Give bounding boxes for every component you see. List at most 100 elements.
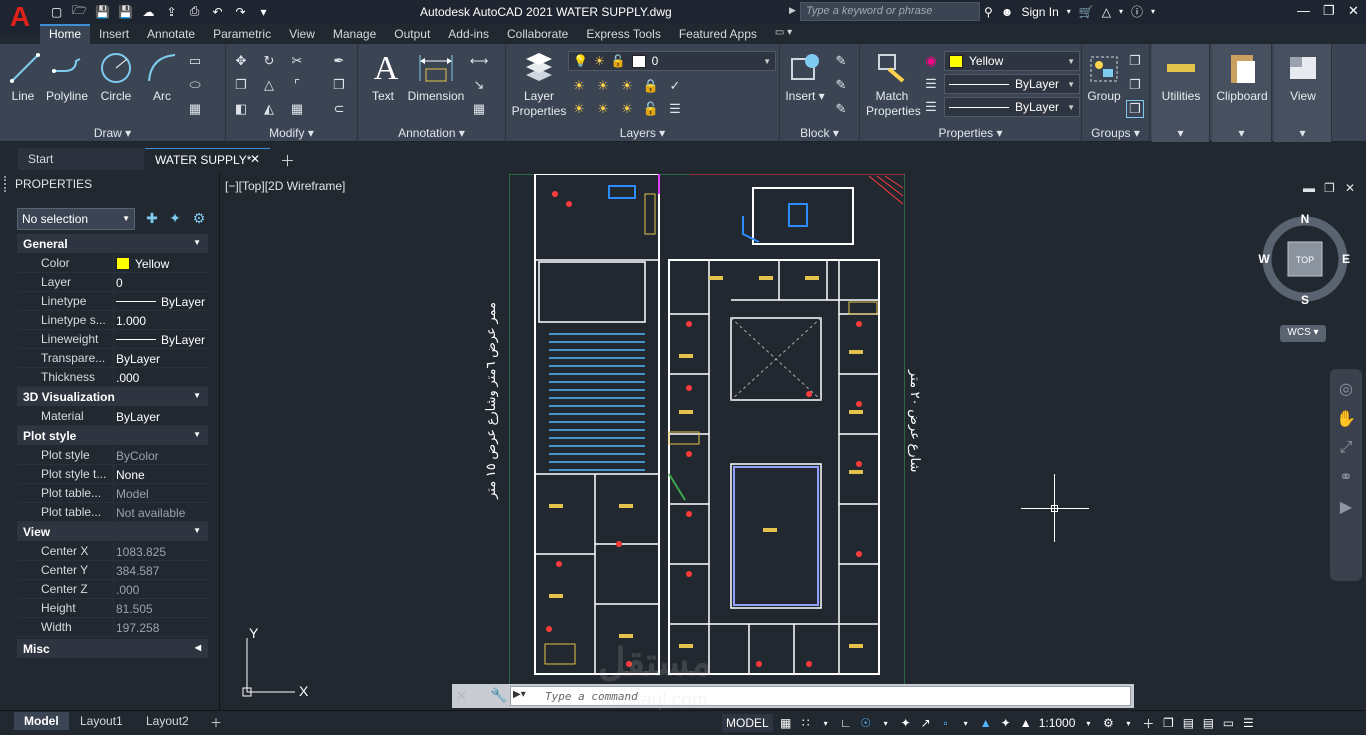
layer-unlock-icon[interactable]: 🔓 [642, 100, 660, 118]
zoom-extents-icon[interactable]: ⤢ [1330, 439, 1362, 457]
plus-icon[interactable]: ＋ [1141, 714, 1155, 732]
tab-home[interactable]: Home [40, 24, 91, 44]
prop-row-plot-table-attached[interactable]: Plot table... Model [17, 484, 208, 503]
hardware-acceleration-icon[interactable]: ▤ [1181, 714, 1195, 732]
autocad-logo-icon[interactable]: A [0, 0, 40, 34]
tab-manage[interactable]: Manage [324, 24, 385, 44]
a360-icon[interactable]: △ [1102, 5, 1111, 19]
polar-dropdown-icon[interactable]: ▾ [879, 714, 893, 732]
layer-lock-icon[interactable]: 🔒 [642, 77, 660, 95]
customize-status-icon[interactable]: ☰ [1241, 714, 1255, 732]
fillet-icon[interactable]: ⌜ [288, 76, 306, 94]
match-layer-icon[interactable]: ☰ [666, 100, 684, 118]
tab-start[interactable]: Start [18, 148, 144, 170]
ribbon-toggle-icon[interactable]: ▭ ▾ [766, 24, 801, 44]
layer-unisolate-icon[interactable]: ☀ [594, 100, 612, 118]
sign-in-dropdown-icon[interactable]: ▾ [1067, 7, 1071, 16]
close-button[interactable]: ✕ [1348, 3, 1359, 19]
prop-row-linetype[interactable]: Linetype ByLayer [17, 292, 208, 311]
array-icon[interactable]: ▦ [288, 100, 306, 118]
dimension-button[interactable]: Dimension [406, 48, 466, 104]
customize-icon[interactable]: 🔧 [490, 687, 507, 704]
tab-insert[interactable]: Insert [90, 24, 138, 44]
viewcube-top-face[interactable]: TOP [1296, 255, 1314, 265]
model-space-toggle[interactable]: MODEL [722, 714, 773, 732]
open-web-icon[interactable]: ☁ [140, 3, 157, 20]
tab-view[interactable]: View [280, 24, 324, 44]
view-button[interactable]: View [1278, 48, 1328, 104]
draw-panel-title[interactable]: Draw ▾ [0, 126, 225, 140]
steering-wheel-icon[interactable]: ◎ [1330, 379, 1362, 399]
linetype-dropdown[interactable]: ByLayer ▼ [944, 74, 1080, 94]
layer-freeze-icon[interactable]: ☀ [618, 77, 636, 95]
auto-scale-icon[interactable]: ✦ [999, 714, 1013, 732]
annotation-scale-icon[interactable]: ▲ [1019, 714, 1033, 732]
color-dropdown[interactable]: Yellow ▼ [944, 51, 1080, 71]
section-3d-visualization[interactable]: 3D Visualization ▼ [17, 387, 208, 407]
scale-dropdown-icon[interactable]: ▾ [1081, 714, 1095, 732]
viewcube[interactable]: N S E W TOP [1258, 212, 1352, 306]
viewport-controls[interactable]: [−][Top][2D Wireframe] [225, 179, 345, 193]
polar-tracking-icon[interactable]: ☉ [859, 714, 873, 732]
clean-screen-icon[interactable]: ▭ [1221, 714, 1235, 732]
toggle-pickadd-icon[interactable]: ✚ [143, 210, 161, 228]
section-plot-style[interactable]: Plot style ▼ [17, 426, 208, 446]
prop-row-plot-style[interactable]: Plot style ByColor [17, 446, 208, 465]
a360-dropdown-icon[interactable]: ▾ [1119, 7, 1123, 16]
lineweight-icon[interactable]: ☰ [922, 98, 940, 116]
polyline-button[interactable]: Polyline [43, 48, 91, 104]
prop-row-lineweight[interactable]: Lineweight ByLayer [17, 330, 208, 349]
layer-thaw-icon[interactable]: ☀ [618, 100, 636, 118]
copy-icon[interactable]: ❐ [232, 76, 250, 94]
annotation-panel-title[interactable]: Annotation ▾ [358, 126, 505, 140]
ungroup-icon[interactable]: ❐ [1126, 52, 1144, 70]
prop-row-plot-table-type[interactable]: Plot table... Not available [17, 503, 208, 522]
viewcube-north[interactable]: N [1301, 212, 1310, 226]
tab-add-ins[interactable]: Add-ins [439, 24, 498, 44]
properties-panel-title[interactable]: Properties ▾ [860, 126, 1081, 140]
annotation-scale-value[interactable]: 1:1000 [1039, 714, 1076, 732]
viewcube-south[interactable]: S [1301, 293, 1309, 306]
osnap-dropdown-icon[interactable]: ▾ [959, 714, 973, 732]
qat-menu-icon[interactable]: ▾ [255, 3, 272, 20]
section-view[interactable]: View ▼ [17, 522, 208, 542]
make-current-icon[interactable]: ✓ [666, 77, 684, 95]
layer-properties-button[interactable]: Layer Properties [510, 48, 568, 119]
prop-row-color[interactable]: Color Yellow [17, 254, 208, 273]
drawing-viewport[interactable]: [−][Top][2D Wireframe] ▬ ❐ ✕ ممر عرض ٦مت… [221, 172, 1366, 710]
prop-row-thickness[interactable]: Thickness .000 [17, 368, 208, 387]
rectangle-icon[interactable]: ▭ [186, 52, 204, 70]
save-icon[interactable]: 💾 [94, 3, 111, 20]
orbit-icon[interactable]: ⚭ [1330, 467, 1362, 487]
plot-icon[interactable]: ⎙ [186, 3, 203, 20]
close-command-line-icon[interactable]: ✕ [455, 687, 468, 705]
group-selection-icon[interactable]: ❐ [1126, 100, 1144, 118]
viewcube-west[interactable]: W [1258, 252, 1270, 266]
floor-plan-drawing[interactable] [509, 174, 905, 694]
prop-row-layer[interactable]: Layer 0 [17, 273, 208, 292]
edit-block-icon[interactable]: ✎ [832, 76, 850, 94]
prop-row-transparency[interactable]: Transpare... ByLayer [17, 349, 208, 368]
lineweight-dropdown[interactable]: ByLayer ▼ [944, 97, 1080, 117]
tab-layout1[interactable]: Layout1 [70, 712, 133, 730]
ortho-icon[interactable]: ∟ [839, 714, 853, 732]
undo-icon[interactable]: ↶ [209, 3, 226, 20]
clipboard-button[interactable]: Clipboard [1214, 48, 1270, 104]
erase-icon[interactable]: ✒ [330, 52, 348, 70]
group-edit-icon[interactable]: ❐ [1126, 76, 1144, 94]
arc-button[interactable]: Arc [142, 48, 182, 104]
properties-toggle-icon[interactable]: ▤ [1201, 714, 1215, 732]
snap-icon[interactable]: ∷ [799, 714, 813, 732]
ellipse-icon[interactable]: ⬭ [186, 76, 204, 94]
clipboard-panel[interactable]: Clipboard ▾ [1212, 44, 1272, 142]
snap-dropdown-icon[interactable]: ▾ [819, 714, 833, 732]
utilities-button[interactable]: Utilities [1156, 48, 1206, 104]
tab-parametric[interactable]: Parametric [204, 24, 280, 44]
prop-row-material[interactable]: Material ByLayer [17, 407, 208, 426]
command-prompt-icon[interactable]: ▶▾ [513, 689, 526, 700]
minimize-button[interactable]: — [1297, 3, 1310, 18]
quick-select-icon[interactable]: ⚙ [190, 210, 208, 228]
tab-output[interactable]: Output [385, 24, 439, 44]
layer-isolate-icon[interactable]: ☀ [594, 77, 612, 95]
leader-icon[interactable]: ↘ [470, 76, 488, 94]
